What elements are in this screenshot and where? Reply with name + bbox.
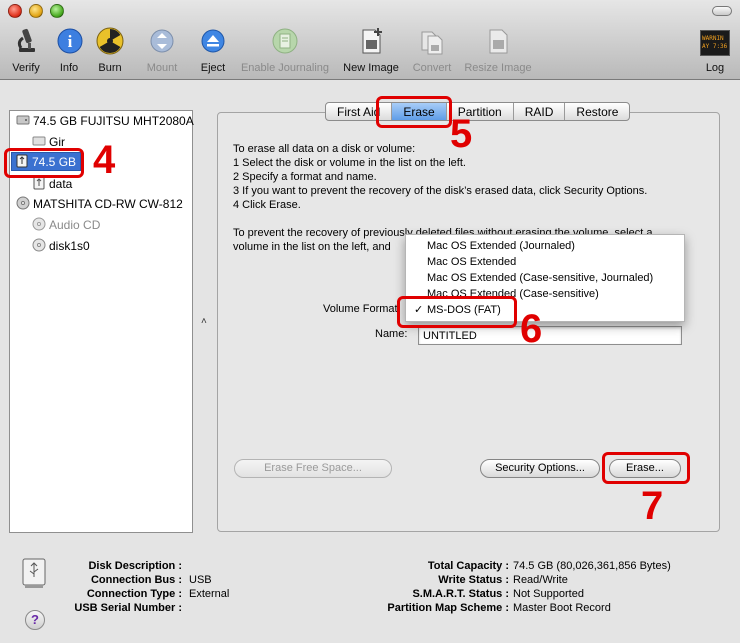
sidebar-item-label: MATSHITA CD-RW CW-812 (33, 197, 183, 211)
minimize-window-button[interactable] (29, 4, 43, 18)
security-options-button[interactable]: Security Options... (480, 459, 600, 478)
eject-label: Eject (200, 62, 226, 74)
sidebar-item-label: Audio CD (49, 218, 101, 232)
eject-icon (201, 29, 225, 53)
sidebar-item-fujitsu-disk[interactable]: 74.5 GB FUJITSU MHT2080A (16, 112, 194, 131)
instruction-text: To erase all data on a disk or volume: (233, 143, 416, 155)
resize-image-icon (489, 29, 508, 54)
cd-icon (32, 238, 46, 252)
tab-bar: First Aid Erase Partition RAID Restore (325, 102, 631, 121)
verify-button[interactable]: Verify (8, 26, 44, 78)
mount-button[interactable]: Mount (144, 26, 180, 78)
annotation-box-4 (4, 148, 84, 178)
close-window-button[interactable] (8, 4, 22, 18)
volume-format-label: Volume Format (323, 303, 398, 315)
menu-item-mac-os-extended[interactable]: Mac OS Extended (406, 254, 684, 270)
annotation-number-7: 7 (641, 484, 664, 528)
convert-icon (421, 31, 443, 55)
burn-label: Burn (98, 62, 122, 74)
svg-text:i: i (68, 32, 73, 51)
annotation-box-5 (376, 96, 452, 128)
sidebar-item-cd-drive[interactable]: MATSHITA CD-RW CW-812 (16, 195, 183, 214)
help-button[interactable]: ? (25, 610, 45, 630)
cd-icon (32, 217, 46, 231)
connection-bus-value: USB (189, 574, 212, 586)
disk-description-label: Disk Description : (88, 560, 182, 572)
volume-icon (32, 136, 46, 146)
total-capacity-label: Total Capacity : (427, 560, 509, 572)
sidebar-item-audio-cd[interactable]: Audio CD (32, 216, 100, 235)
usb-serial-label: USB Serial Number : (74, 602, 182, 614)
toolbar-toggle-button[interactable] (712, 6, 732, 16)
burn-icon (96, 27, 124, 55)
mount-label: Mount (146, 62, 178, 74)
connection-type-value: External (189, 588, 230, 600)
connection-bus-label: Connection Bus : (90, 574, 182, 586)
annotation-number-4: 4 (93, 138, 116, 182)
splitter-grip[interactable]: ˄ (201, 316, 207, 327)
connection-type-label: Connection Type : (86, 588, 182, 600)
instruction-text: 1 Select the disk or volume in the list … (233, 157, 466, 169)
instruction-text: 4 Click Erase. (233, 199, 301, 211)
tab-restore[interactable]: Restore (565, 103, 629, 120)
info-label: Info (59, 62, 79, 74)
eject-button[interactable]: Eject (198, 26, 228, 78)
info-icon: i (57, 28, 83, 54)
annotation-number-5: 5 (450, 112, 473, 156)
name-field[interactable] (418, 326, 682, 345)
microscope-icon (17, 28, 35, 52)
sidebar-item-label: Gir (49, 135, 65, 149)
new-image-label: New Image (343, 62, 399, 74)
mount-icon (150, 29, 174, 53)
sidebar-item-label: 74.5 GB FUJITSU MHT2080A (33, 114, 194, 128)
menu-item-case-sensitive-journaled[interactable]: Mac OS Extended (Case-sensitive, Journal… (406, 270, 684, 286)
convert-label: Convert (412, 62, 452, 74)
annotation-box-7 (602, 452, 690, 484)
sidebar-item-label: disk1s0 (49, 239, 90, 253)
verify-label: Verify (12, 62, 40, 74)
sidebar-item-disk1s0[interactable]: disk1s0 (32, 237, 90, 256)
name-label: Name: (375, 328, 408, 340)
smart-status-label: S.M.A.R.T. Status : (412, 588, 509, 600)
zoom-window-button[interactable] (50, 4, 64, 18)
resize-image-label: Resize Image (464, 62, 532, 74)
smart-status-value: Not Supported (513, 588, 584, 600)
partition-map-label: Partition Map Scheme : (387, 602, 509, 614)
usb-disk-icon (22, 558, 46, 588)
log-label: Log (705, 62, 725, 74)
annotation-box-6 (397, 296, 517, 328)
new-image-icon (362, 28, 382, 54)
write-status-label: Write Status : (438, 574, 509, 586)
log-button[interactable]: WARNIN AY 7:36 Log (700, 26, 730, 78)
erase-free-space-button[interactable]: Erase Free Space... (234, 459, 392, 478)
toolbar: Verify i Info Burn Mount Eject Enable Jo… (0, 0, 740, 80)
disk-utility-window: Verify i Info Burn Mount Eject Enable Jo… (0, 0, 740, 643)
enable-journaling-button[interactable]: Enable Journaling (238, 26, 332, 78)
log-icon-text: WARNIN AY 7:36 (702, 35, 728, 50)
usb-volume-icon (33, 176, 45, 190)
burn-button[interactable]: Burn (95, 26, 125, 78)
instruction-text: volume in the list on the left, and (233, 241, 391, 253)
new-image-button[interactable]: New Image (341, 26, 401, 78)
instruction-text: 3 If you want to prevent the recovery of… (233, 185, 648, 197)
tab-raid[interactable]: RAID (514, 103, 566, 120)
resize-image-button[interactable]: Resize Image (462, 26, 534, 78)
write-status-value: Read/Write (513, 574, 568, 586)
journaling-icon (272, 28, 298, 54)
total-capacity-value: 74.5 GB (80,026,361,856 Bytes) (513, 560, 671, 572)
annotation-number-6: 6 (520, 307, 543, 351)
log-icon: WARNIN AY 7:36 (700, 30, 730, 56)
convert-button[interactable]: Convert (410, 26, 454, 78)
menu-item-mac-os-extended-journaled[interactable]: Mac OS Extended (Journaled) (406, 238, 684, 254)
partition-map-value: Master Boot Record (513, 602, 611, 614)
enable-journaling-label: Enable Journaling (240, 62, 330, 74)
hard-disk-icon (16, 115, 30, 125)
info-button[interactable]: i Info (55, 26, 83, 78)
optical-drive-icon (16, 196, 30, 210)
instruction-text: 2 Specify a format and name. (233, 171, 377, 183)
sidebar-item-label: data (49, 177, 73, 191)
